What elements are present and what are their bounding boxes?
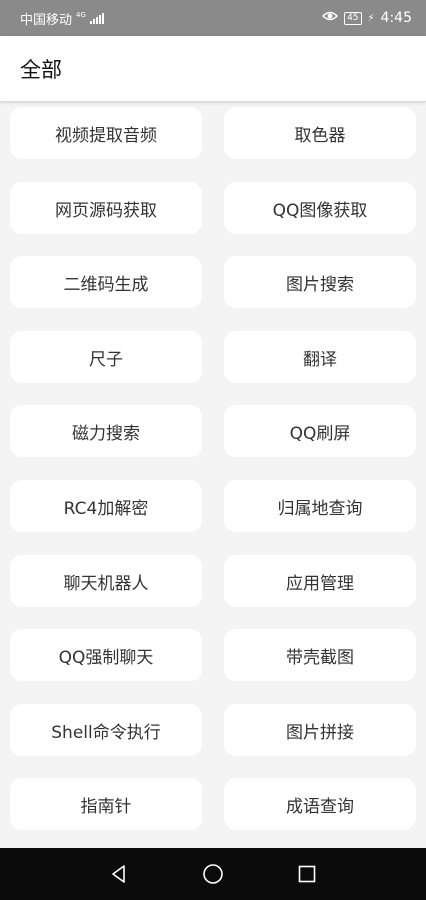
- tool-card-label: 指南针: [80, 796, 132, 817]
- tool-card[interactable]: QQ图像获取: [224, 182, 416, 234]
- tool-card[interactable]: 翻译: [224, 331, 416, 383]
- home-button[interactable]: [166, 848, 260, 900]
- recents-button[interactable]: [260, 848, 354, 900]
- tool-card[interactable]: QQ刷屏: [224, 405, 416, 457]
- tool-card[interactable]: 图片拼接: [224, 704, 416, 756]
- tool-card[interactable]: 图片搜索: [224, 256, 416, 308]
- tool-card-label: 网页源码获取: [55, 200, 157, 221]
- home-icon: [203, 864, 223, 884]
- tool-card-label: 归属地查询: [277, 498, 363, 519]
- tool-card-label: QQ图像获取: [272, 200, 368, 221]
- battery-icon: 45: [344, 11, 362, 25]
- tool-card-label: RC4加解密: [63, 498, 149, 519]
- tool-card[interactable]: 带壳截图: [224, 629, 416, 681]
- eye-comfort-icon: [322, 10, 339, 26]
- carrier-info: 中国移动 4G: [20, 9, 104, 28]
- status-right: 45 ⚡ 4:45: [322, 10, 412, 26]
- back-button[interactable]: [72, 848, 166, 900]
- tool-card[interactable]: 指南针: [10, 778, 202, 830]
- tool-card[interactable]: 归属地查询: [224, 480, 416, 532]
- tool-card-label: 图片搜索: [286, 274, 354, 295]
- tool-card[interactable]: 聊天机器人: [10, 555, 202, 607]
- tool-card-label: 图片拼接: [286, 722, 354, 743]
- tool-card-label: 应用管理: [286, 573, 354, 594]
- tool-card-label: 翻译: [303, 349, 337, 370]
- tool-card-label: Shell命令执行: [51, 722, 161, 743]
- signal-icon: [89, 12, 104, 24]
- app-bar: 全部: [0, 36, 426, 102]
- tool-card-label: 聊天机器人: [63, 573, 149, 594]
- tool-list[interactable]: 视频提取音频 取色器网页源码获取 QQ图像获取二维码生成 图片搜索尺子 翻译磁力搜索 QQ…: [0, 103, 426, 848]
- tool-card[interactable]: 磁力搜索: [10, 405, 202, 457]
- tool-card-label: 取色器: [294, 125, 346, 146]
- tool-card-label: 尺子: [89, 349, 123, 370]
- tool-card-label: 磁力搜索: [72, 423, 140, 444]
- system-nav-bar: [0, 848, 426, 900]
- tool-card-label: 二维码生成: [63, 274, 149, 295]
- status-bar: 中国移动 4G 45 ⚡ 4:45: [0, 0, 426, 36]
- tool-card-label: QQ刷屏: [289, 423, 351, 444]
- charging-icon: ⚡: [367, 12, 375, 24]
- tool-card[interactable]: 取色器: [224, 107, 416, 159]
- tool-card-label: 视频提取音频: [55, 125, 157, 146]
- clock: 4:45: [380, 10, 412, 26]
- tool-card-label: 成语查询: [286, 796, 354, 817]
- tool-card[interactable]: 尺子: [10, 331, 202, 383]
- network-type: 4G: [76, 10, 86, 19]
- battery-level: 45: [347, 12, 359, 23]
- tool-card[interactable]: 应用管理: [224, 555, 416, 607]
- tool-card[interactable]: 视频提取音频: [10, 107, 202, 159]
- tool-card[interactable]: QQ强制聊天: [10, 629, 202, 681]
- page-title: 全部: [20, 57, 62, 82]
- tool-card[interactable]: 二维码生成: [10, 256, 202, 308]
- tool-card[interactable]: Shell命令执行: [10, 704, 202, 756]
- tool-card-label: 带壳截图: [286, 647, 354, 668]
- tool-card[interactable]: 成语查询: [224, 778, 416, 830]
- recents-icon: [298, 865, 316, 883]
- tool-card[interactable]: 网页源码获取: [10, 182, 202, 234]
- back-icon: [112, 865, 125, 883]
- tool-card-label: QQ强制聊天: [58, 647, 154, 668]
- tool-card[interactable]: RC4加解密: [10, 480, 202, 532]
- carrier-name: 中国移动: [20, 12, 73, 28]
